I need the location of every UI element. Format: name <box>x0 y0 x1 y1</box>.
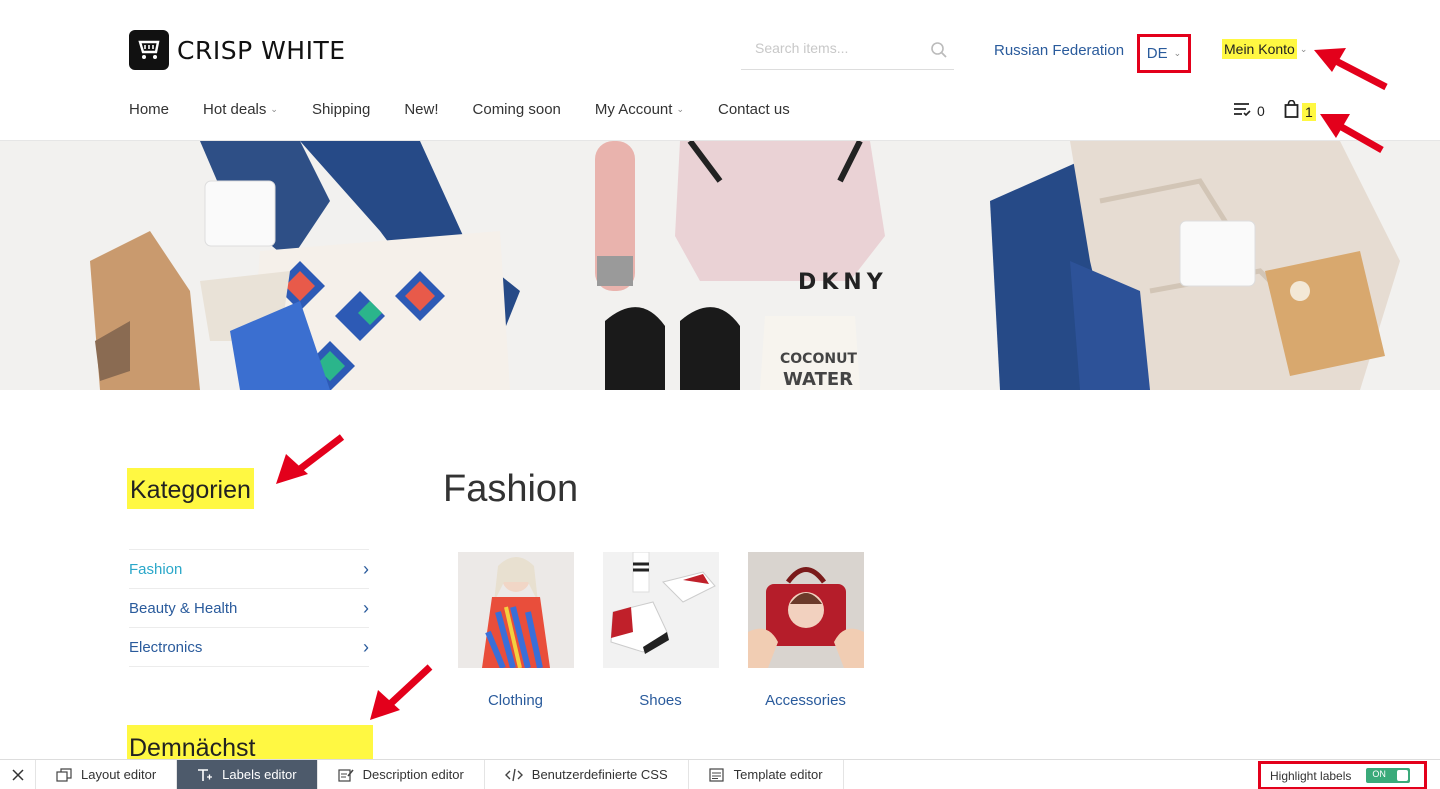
logo-text: CRISP WHITE <box>177 35 346 65</box>
annotation-arrow-account <box>1314 48 1388 91</box>
nav-item-new[interactable]: New! <box>404 101 438 118</box>
nav-label: Shipping <box>311 101 371 118</box>
subcategory-accessories[interactable]: Accessories <box>733 552 878 709</box>
annotation-arrow-categories <box>276 434 345 484</box>
subcategory-label[interactable]: Clothing <box>488 692 543 709</box>
svg-text:COCONUT: COCONUT <box>780 351 857 367</box>
nav-item-home[interactable]: Home <box>129 101 169 118</box>
hero-banner-image: DKNY COCONUT WATER <box>0 141 1440 390</box>
shopping-bag-icon <box>1284 99 1299 123</box>
highlight-labels-control: Highlight labels ON <box>1258 761 1427 789</box>
nav-label: Contact us <box>718 101 790 118</box>
accessories-image[interactable] <box>747 552 864 668</box>
compare-list-icon <box>1233 101 1251 120</box>
chevron-right-icon: › <box>363 558 369 579</box>
nav-label: My Account <box>594 101 673 118</box>
chevron-down-icon: ⌄ <box>270 104 278 114</box>
category-item-fashion[interactable]: Fashion › <box>129 550 369 589</box>
nav-item-my-account[interactable]: My Account ⌄ <box>595 101 684 118</box>
text-icon <box>197 768 213 782</box>
logo[interactable]: CRISP WHITE <box>129 30 346 70</box>
language-selector[interactable]: DE ⌄ <box>1137 34 1191 73</box>
search-icon[interactable] <box>930 41 948 64</box>
search-box <box>741 32 954 70</box>
tab-label: Layout editor <box>81 767 157 782</box>
nav-label: Coming soon <box>472 101 561 118</box>
annotation-arrow-cart <box>1320 114 1384 154</box>
category-label: Electronics <box>129 638 203 656</box>
account-menu[interactable]: Mein Konto ⌄ <box>1222 39 1307 59</box>
compare-count: 0 <box>1257 102 1265 119</box>
tab-label: Description editor <box>362 767 464 782</box>
nav-item-contact-us[interactable]: Contact us <box>718 101 790 118</box>
nav-label: Hot deals <box>203 101 267 118</box>
clothing-image[interactable] <box>457 552 574 668</box>
shoes-image[interactable] <box>602 552 719 668</box>
subcategory-grid: Clothing Shoes Accessories <box>443 552 878 709</box>
categories-title: Kategorien <box>127 468 254 509</box>
nav-item-shipping[interactable]: Shipping <box>312 101 370 118</box>
tab-label: Labels editor <box>222 767 297 782</box>
edit-document-icon <box>338 768 354 782</box>
subcategory-label[interactable]: Shoes <box>639 692 682 709</box>
toggle-state: ON <box>1372 769 1386 779</box>
nav-item-hot-deals[interactable]: Hot deals ⌄ <box>203 101 278 118</box>
editor-toolbar: Layout editor Labels editor Description … <box>0 759 1440 789</box>
account-label: Mein Konto <box>1222 39 1297 59</box>
annotation-arrow-coming-soon <box>370 664 433 720</box>
site-header: CRISP WHITE Russian Federation DE ⌄ Mein… <box>0 0 1440 141</box>
tab-label: Template editor <box>733 767 823 782</box>
cart-link[interactable]: 1 <box>1284 99 1316 123</box>
search-input[interactable] <box>755 40 925 56</box>
highlight-labels-toggle[interactable]: ON <box>1366 768 1411 783</box>
chevron-right-icon: › <box>363 597 369 618</box>
nav-label: New! <box>404 101 439 118</box>
category-item-electronics[interactable]: Electronics › <box>129 628 369 667</box>
layout-icon <box>56 767 72 782</box>
category-label: Fashion <box>129 560 183 578</box>
chevron-down-icon: ⌄ <box>1299 43 1308 54</box>
chevron-right-icon: › <box>363 636 369 657</box>
tab-description-editor[interactable]: Description editor <box>318 760 485 789</box>
language-label: DE <box>1146 45 1168 62</box>
nav-label: Home <box>129 101 170 118</box>
logo-cart-icon <box>129 30 169 70</box>
main-nav: Home Hot deals ⌄ Shipping New! Coming soo… <box>129 101 824 118</box>
subcategory-shoes[interactable]: Shoes <box>588 552 733 709</box>
close-editor-button[interactable] <box>0 760 36 789</box>
tab-label: Benutzerdefinierte CSS <box>531 767 668 782</box>
nav-item-coming-soon[interactable]: Coming soon <box>473 101 561 118</box>
tab-labels-editor[interactable]: Labels editor <box>177 760 318 789</box>
svg-text:DKNY: DKNY <box>798 270 888 295</box>
highlight-labels-label: Highlight labels <box>1270 768 1352 783</box>
subcategory-label[interactable]: Accessories <box>765 692 846 709</box>
tab-layout-editor[interactable]: Layout editor <box>36 760 178 789</box>
template-icon <box>709 767 725 782</box>
chevron-down-icon: ⌄ <box>676 104 684 114</box>
cart-count: 1 <box>1302 102 1316 121</box>
country-selector[interactable]: Russian Federation <box>994 42 1124 59</box>
toggle-knob <box>1397 770 1409 781</box>
close-icon <box>11 768 24 781</box>
category-label: Beauty & Health <box>129 599 238 617</box>
page-title: Fashion <box>443 468 579 510</box>
svg-text:WATER: WATER <box>783 369 853 390</box>
category-item-beauty-health[interactable]: Beauty & Health › <box>129 589 369 628</box>
tab-custom-css[interactable]: Benutzerdefinierte CSS <box>485 760 689 789</box>
category-list: Fashion › Beauty & Health › Electronics … <box>129 549 369 667</box>
chevron-down-icon: ⌄ <box>1173 48 1182 58</box>
code-icon <box>504 768 523 782</box>
tab-template-editor[interactable]: Template editor <box>689 760 844 789</box>
subcategory-clothing[interactable]: Clothing <box>443 552 588 709</box>
compare-link[interactable]: 0 <box>1233 101 1265 120</box>
